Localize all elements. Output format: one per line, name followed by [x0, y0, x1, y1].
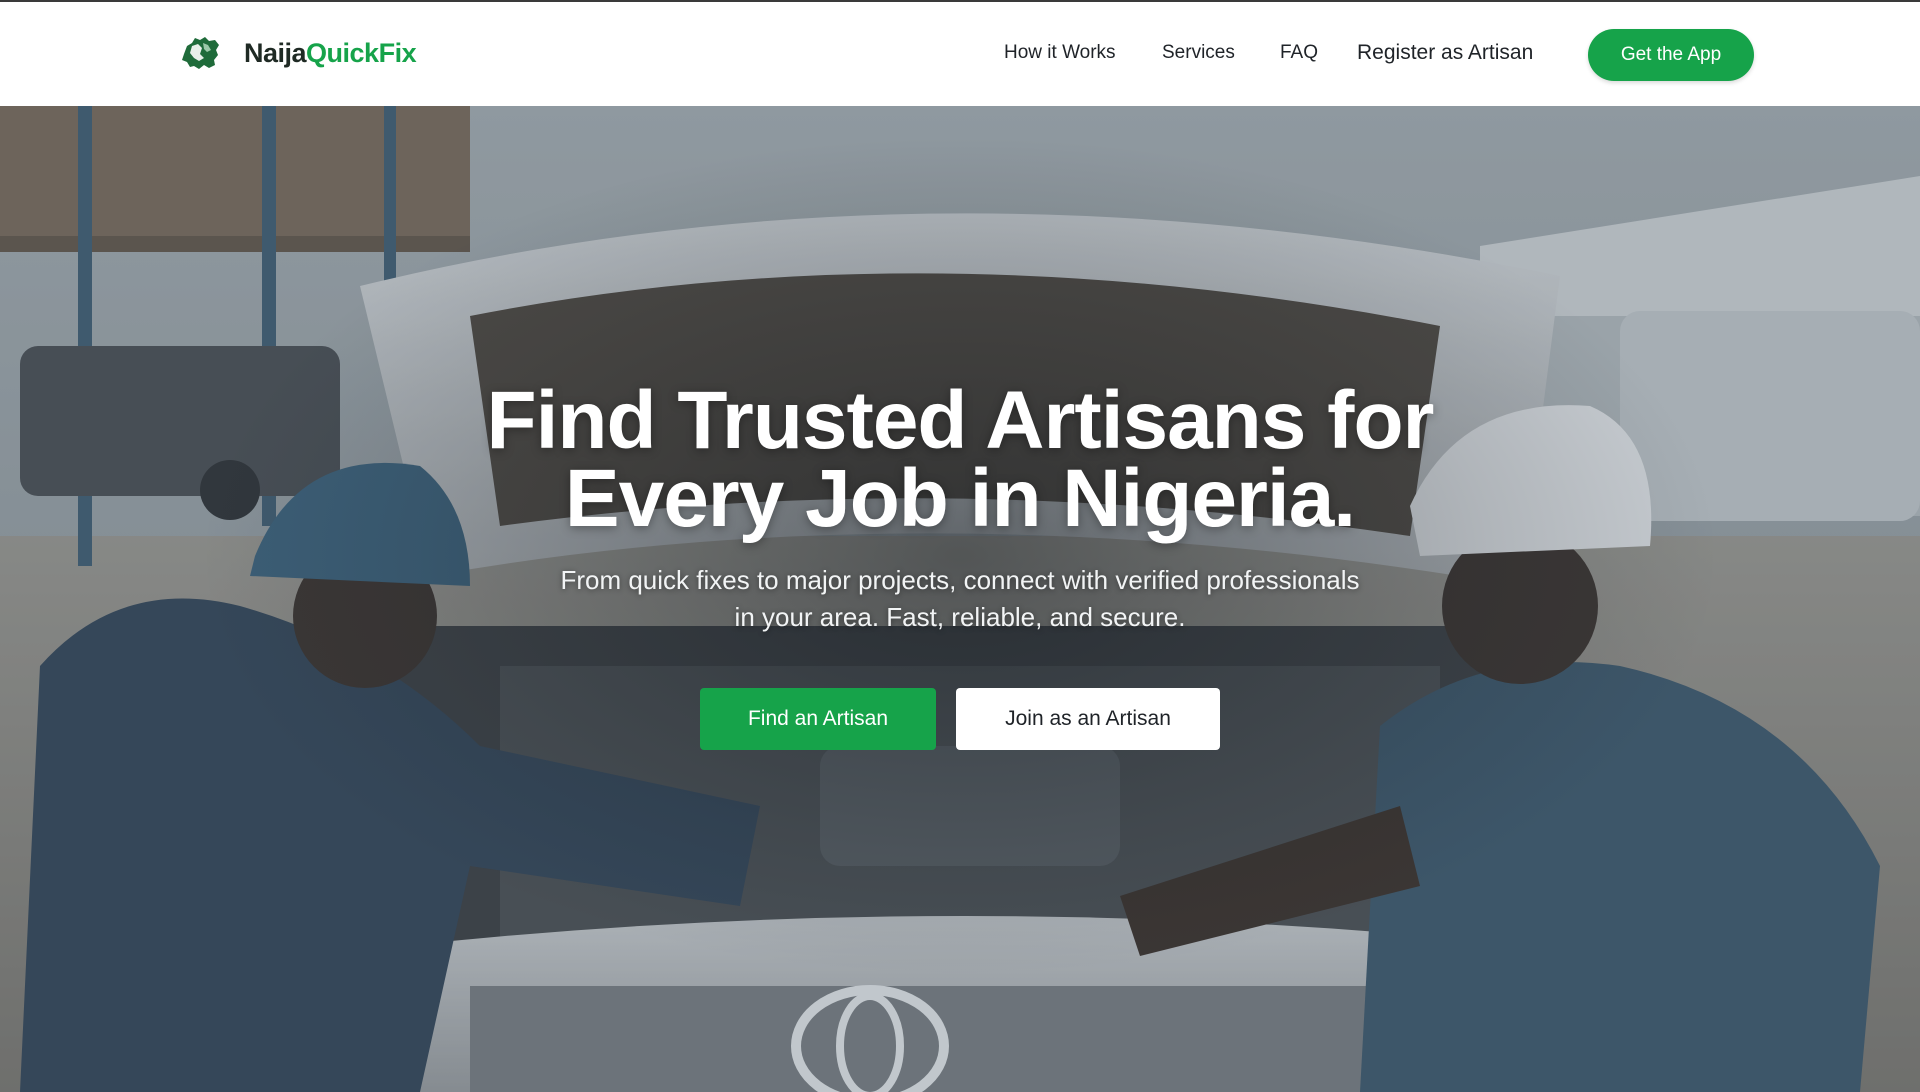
hero-subtitle-line-1: From quick fixes to major projects, conn… [560, 565, 1360, 595]
brand-name-part2: QuickFix [306, 37, 417, 68]
brand-name-part1: Naija [244, 37, 307, 68]
hero-subtitle-line-2: in your area. Fast, reliable, and secure… [734, 602, 1186, 632]
nav-register-artisan[interactable]: Register as Artisan [1357, 41, 1533, 65]
find-artisan-button[interactable]: Find an Artisan [700, 688, 936, 750]
join-artisan-button[interactable]: Join as an Artisan [956, 688, 1220, 750]
nigeria-map-logo-icon [182, 37, 219, 69]
hero-section: Find Trusted Artisans for Every Job in N… [0, 106, 1920, 1092]
nav-how-it-works[interactable]: How it Works [1004, 42, 1116, 64]
hero-content: Find Trusted Artisans for Every Job in N… [0, 106, 1920, 1092]
hero-subtitle: From quick fixes to major projects, conn… [500, 562, 1420, 636]
hero-title-line-2: Every Job in Nigeria. [564, 453, 1356, 544]
nav-faq[interactable]: FAQ [1280, 42, 1318, 64]
brand-logo-link[interactable]: NaijaQuickFix [178, 34, 417, 72]
hero-title: Find Trusted Artisans for Every Job in N… [360, 380, 1560, 540]
nav-services[interactable]: Services [1162, 42, 1235, 64]
site-header: NaijaQuickFix How it Works Services FAQ … [0, 2, 1920, 106]
brand-name: NaijaQuickFix [244, 37, 417, 69]
get-the-app-button[interactable]: Get the App [1588, 29, 1754, 81]
